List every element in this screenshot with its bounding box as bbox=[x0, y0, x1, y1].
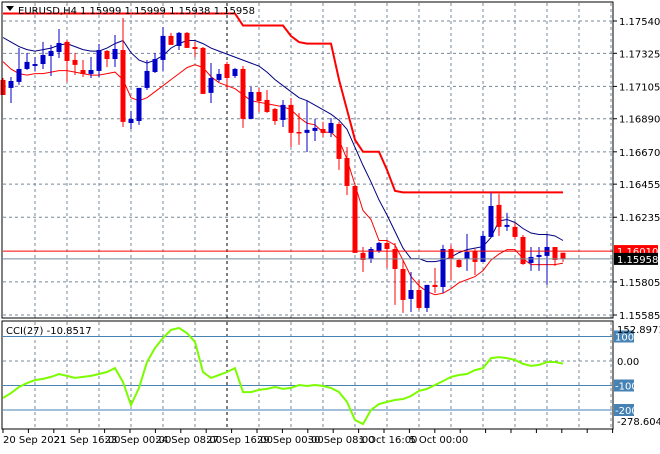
candle-body bbox=[520, 236, 526, 265]
bullish-candle bbox=[136, 87, 142, 125]
candle-body bbox=[368, 248, 374, 259]
candle-body bbox=[8, 81, 14, 88]
symbol-label: EURUSD,H4 bbox=[18, 6, 77, 17]
cci-min-label: -278.6043 bbox=[617, 417, 660, 428]
candle-body bbox=[200, 47, 206, 94]
candle-body bbox=[488, 205, 494, 237]
bearish-candle bbox=[456, 258, 462, 268]
candle-body bbox=[24, 61, 30, 69]
candle-body bbox=[400, 268, 406, 300]
candle-body bbox=[472, 250, 478, 262]
candle-body bbox=[144, 70, 150, 88]
price-label: 1.16890 bbox=[619, 115, 660, 126]
candle-body bbox=[432, 284, 438, 288]
cci-level-label: 0.00 bbox=[617, 357, 639, 368]
candle-body bbox=[288, 104, 294, 133]
candle-body bbox=[272, 108, 278, 121]
candle-body bbox=[152, 59, 158, 72]
candle-body bbox=[552, 247, 558, 260]
candle-body bbox=[328, 122, 334, 133]
candle-body bbox=[32, 64, 38, 66]
candle-body bbox=[224, 64, 230, 78]
candle-body bbox=[560, 252, 566, 259]
candle-body bbox=[504, 224, 510, 227]
candle-body bbox=[128, 118, 134, 123]
candle-body bbox=[48, 50, 54, 57]
indicator-title: CCI(27) -10.8517 bbox=[6, 326, 92, 337]
candle-body bbox=[160, 35, 166, 60]
candle-body bbox=[280, 104, 286, 120]
cci-max-label: 152.8971 bbox=[617, 325, 660, 336]
price-label: 1.16670 bbox=[619, 148, 660, 159]
candle-body bbox=[184, 32, 190, 48]
cci-level-label: -200 bbox=[615, 406, 638, 417]
candle-body bbox=[496, 204, 502, 227]
bearish-candle bbox=[200, 47, 206, 94]
candle-body bbox=[136, 87, 142, 121]
candle-body bbox=[168, 35, 174, 45]
bullish-candle bbox=[440, 244, 446, 294]
candle-body bbox=[536, 254, 542, 257]
bearish-candle bbox=[184, 31, 190, 48]
time-label: 5 Oct 00:00 bbox=[409, 435, 468, 446]
candle-body bbox=[104, 50, 110, 60]
candle-body bbox=[344, 157, 350, 186]
candle-body bbox=[416, 290, 422, 308]
candle-body bbox=[56, 42, 62, 52]
candle-body bbox=[176, 32, 182, 46]
candle-body bbox=[264, 99, 270, 112]
candle-body bbox=[192, 47, 198, 49]
candle-body bbox=[248, 91, 254, 119]
candle-body bbox=[240, 68, 246, 119]
candle-body bbox=[512, 226, 518, 237]
price-label: 1.16455 bbox=[619, 180, 660, 191]
price-label: 1.15805 bbox=[619, 278, 660, 289]
ohlc-label: 1.15999 1.15999 1.15938 1.15958 bbox=[80, 6, 255, 17]
candle-body bbox=[352, 185, 358, 253]
bearish-candle bbox=[352, 184, 358, 253]
candle-body bbox=[0, 79, 6, 95]
candle-body bbox=[480, 235, 486, 262]
price-label: 1.17540 bbox=[619, 17, 660, 28]
bid-price-label: 1.15958 bbox=[617, 255, 658, 266]
candle-body bbox=[424, 284, 430, 308]
candle-body bbox=[408, 290, 414, 299]
price-label: 1.17105 bbox=[619, 82, 660, 93]
candle-body bbox=[448, 248, 454, 259]
candle-body bbox=[80, 70, 86, 74]
bearish-candle bbox=[0, 77, 6, 95]
bearish-candle bbox=[520, 234, 526, 265]
price-label: 1.17325 bbox=[619, 49, 660, 60]
candle-body bbox=[320, 128, 326, 133]
candle-body bbox=[312, 127, 318, 131]
price-chart[interactable]: EURUSD,H4 1.15999 1.15999 1.15938 1.1595… bbox=[0, 0, 660, 450]
candle-body bbox=[72, 59, 78, 65]
candle-body bbox=[216, 73, 222, 80]
candle-body bbox=[232, 68, 238, 77]
candle-body bbox=[384, 242, 390, 249]
candle-body bbox=[16, 68, 22, 82]
candle-body bbox=[112, 48, 118, 60]
candle-body bbox=[96, 50, 102, 71]
candle-body bbox=[464, 251, 470, 259]
candle-body bbox=[440, 248, 446, 288]
candle-body bbox=[40, 54, 46, 65]
chart-header: EURUSD,H4 1.15999 1.15999 1.15938 1.1595… bbox=[6, 6, 255, 17]
candle-body bbox=[304, 129, 310, 133]
cci-level-label: -100 bbox=[615, 382, 638, 393]
candle-body bbox=[528, 256, 534, 263]
candle-body bbox=[120, 50, 126, 122]
candle-body bbox=[376, 242, 382, 251]
candle-body bbox=[88, 70, 94, 74]
price-label: 1.15585 bbox=[619, 311, 660, 322]
candle-body bbox=[336, 124, 342, 159]
candle-body bbox=[64, 41, 70, 61]
candle-body bbox=[208, 77, 214, 93]
candle-body bbox=[456, 259, 462, 268]
bearish-candle bbox=[240, 65, 246, 128]
candle-body bbox=[296, 131, 302, 134]
price-label: 1.16235 bbox=[619, 213, 660, 224]
candle-body bbox=[256, 91, 262, 101]
